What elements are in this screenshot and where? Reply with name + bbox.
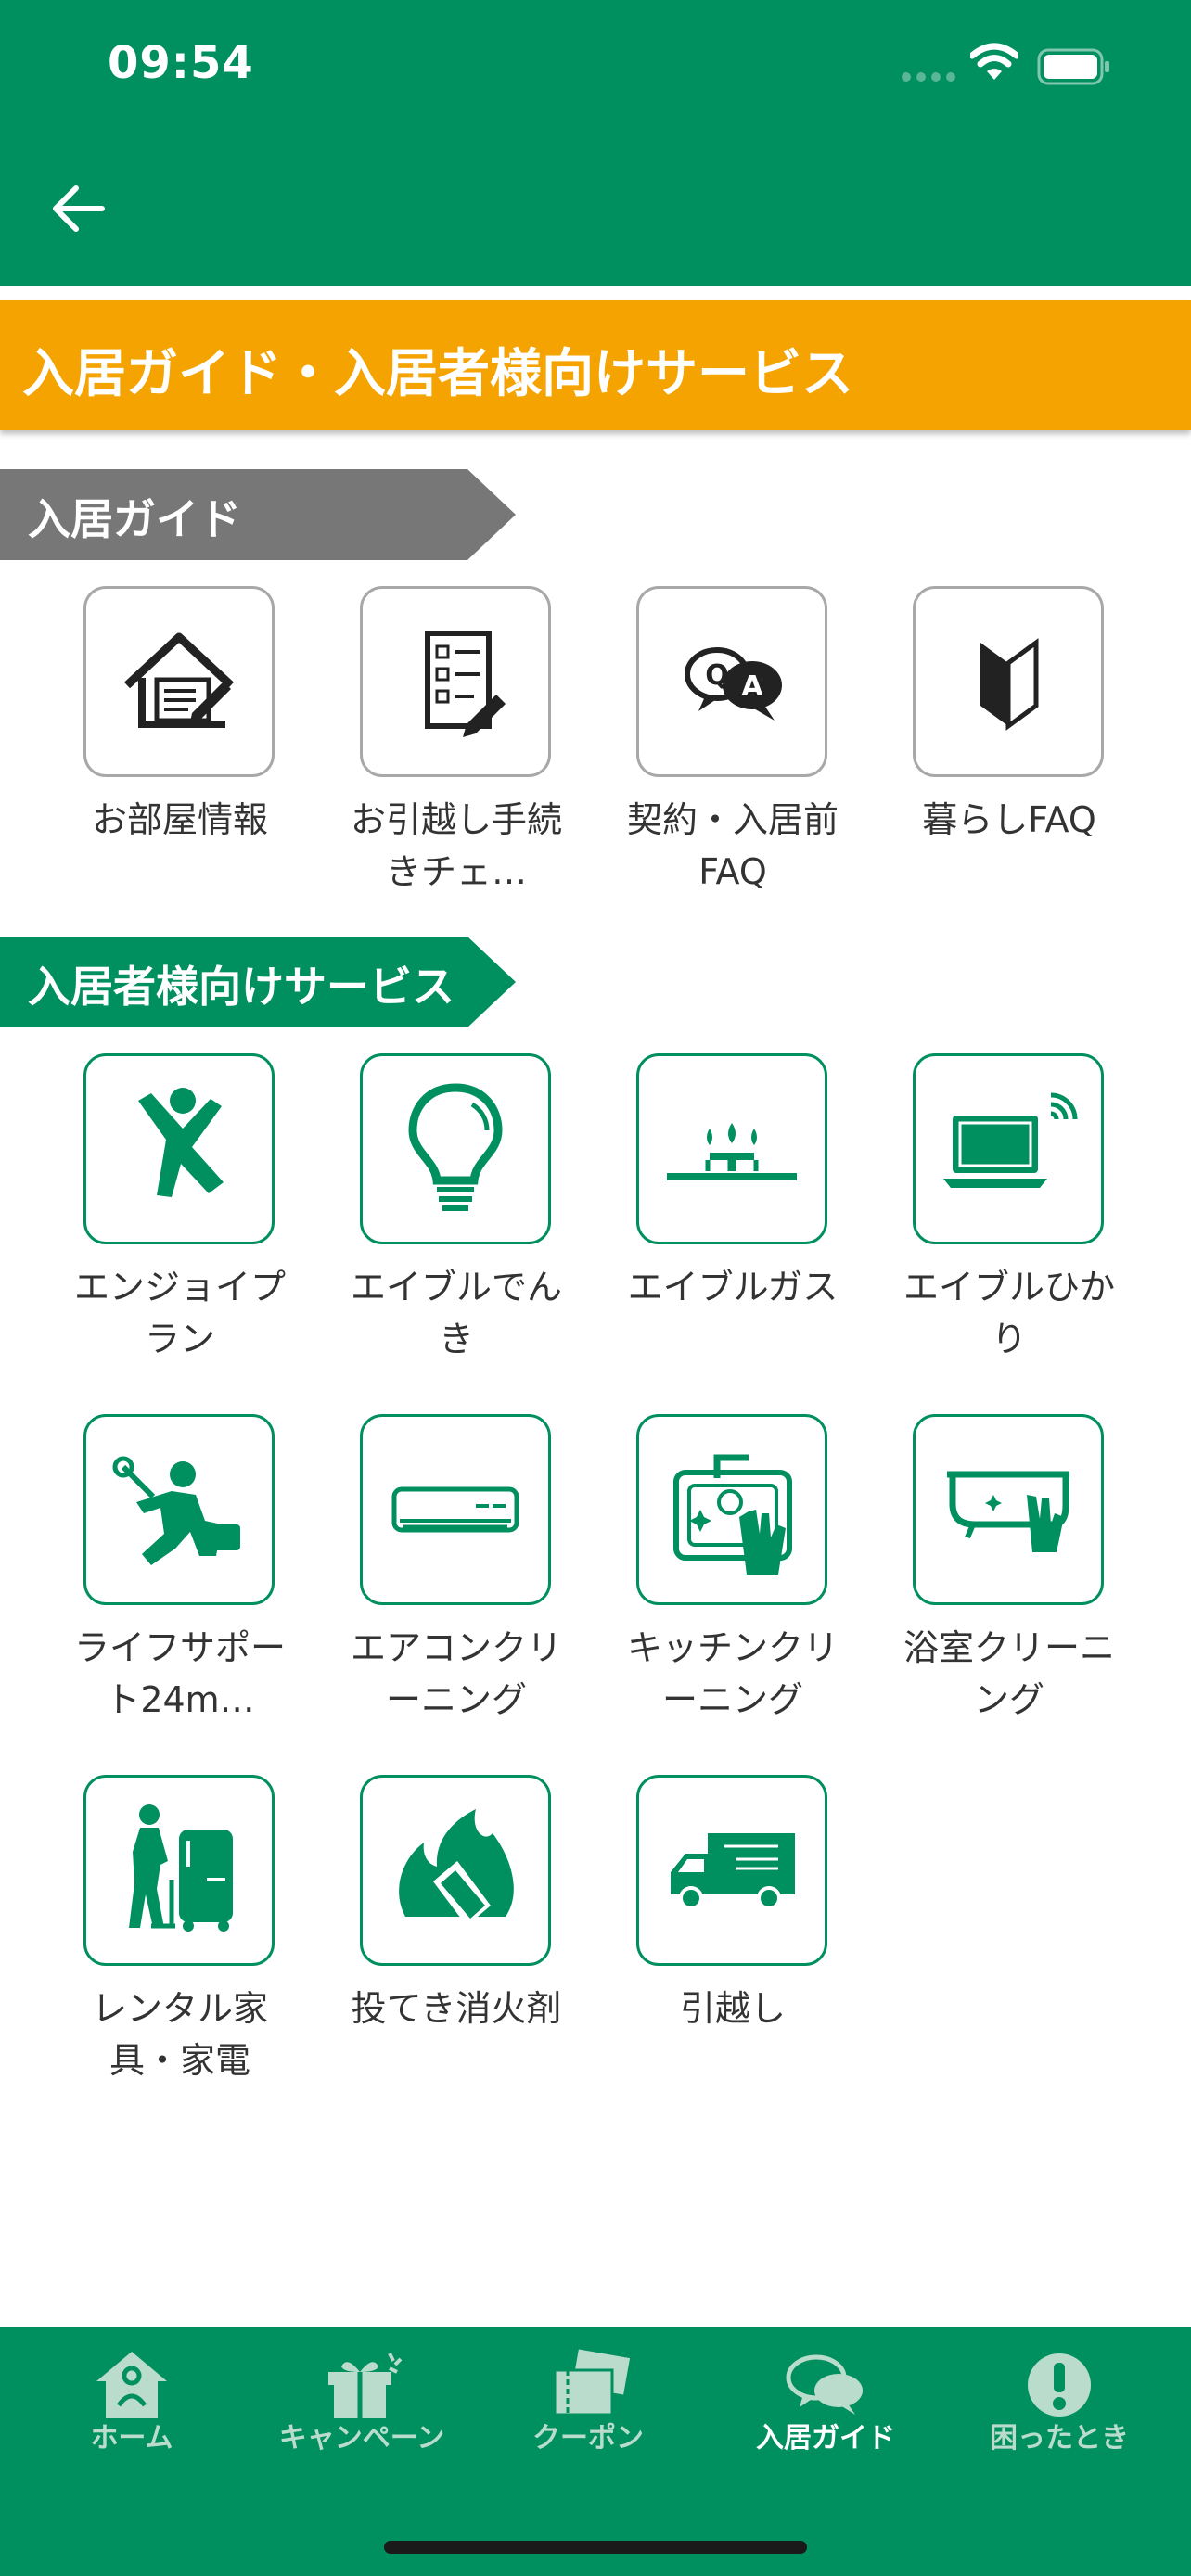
repair-person-icon <box>112 1456 240 1565</box>
section-title-services: 入居者様向けサービス <box>28 962 455 1012</box>
tab-label-help: 困ったとき <box>990 2422 1129 2455</box>
tile-rental-furniture[interactable] <box>83 1775 275 1966</box>
tile-contract-faq[interactable]: Q A <box>636 586 827 777</box>
house-document-icon <box>123 632 235 728</box>
bottom-tab-bar: ホーム キャンペーン クーポン 入居ガイド 困ったとき <box>0 2327 1191 2576</box>
tile-label-aircon-cleaning: エアコンクリーニング <box>350 1627 562 1720</box>
gas-stove-icon <box>667 1123 797 1180</box>
home-icon <box>96 2352 167 2418</box>
tile-living-faq[interactable] <box>913 586 1104 777</box>
section-banner-services: 入居者様向けサービス <box>0 937 516 1027</box>
rental-appliance-icon <box>129 1804 233 1932</box>
home-indicator <box>384 2541 807 2554</box>
tile-able-hikari[interactable] <box>913 1053 1104 1244</box>
tile-label-room-info: お部屋情報 <box>91 799 268 840</box>
tile-moving-checklist[interactable] <box>360 586 551 777</box>
signal-icon <box>902 72 957 82</box>
jumping-person-icon <box>138 1088 224 1197</box>
tile-label-moving-checklist: お引越し手続きチェ… <box>350 799 562 892</box>
tab-guide[interactable]: 入居ガイド <box>707 2327 944 2485</box>
tab-coupon[interactable]: クーポン <box>469 2327 707 2485</box>
tile-life-support[interactable] <box>83 1414 275 1605</box>
tile-label-enjoy-plan: エンジョイプラン <box>73 1267 286 1359</box>
tile-room-info[interactable] <box>83 586 275 777</box>
tile-enjoy-plan[interactable] <box>83 1053 275 1244</box>
tile-able-denki[interactable] <box>360 1053 551 1244</box>
chat-bubbles-icon <box>786 2354 863 2415</box>
tile-able-gas[interactable] <box>636 1053 827 1244</box>
tile-moving[interactable] <box>636 1775 827 1966</box>
tile-fire-extinguisher[interactable] <box>360 1775 551 1966</box>
tab-campaign[interactable]: キャンペーン <box>243 2327 480 2485</box>
light-bulb-icon <box>408 1083 503 1211</box>
page-title: 入居ガイド・入居者様向けサービス <box>22 344 853 404</box>
tile-label-moving: 引越し <box>679 1988 786 2029</box>
moving-truck-icon <box>671 1833 795 1910</box>
tab-label-coupon: クーポン <box>532 2422 644 2455</box>
header-divider <box>0 286 1191 300</box>
tile-aircon-cleaning[interactable] <box>360 1414 551 1605</box>
status-time: 09:54 <box>108 37 254 89</box>
qa-bubbles-icon: Q A <box>685 647 782 721</box>
page-title-bar: 入居ガイド・入居者様向けサービス <box>0 300 1191 430</box>
beginner-mark-icon <box>980 638 1039 731</box>
tile-label-kitchen-cleaning: キッチンクリーニング <box>626 1627 839 1720</box>
tile-label-able-gas: エイブルガス <box>627 1267 839 1307</box>
tile-label-rental-furniture: レンタル家具・家電 <box>91 1988 268 2081</box>
tile-bathroom-cleaning[interactable] <box>913 1414 1104 1605</box>
tab-label-home: ホーム <box>90 2422 173 2455</box>
svg-text:A: A <box>741 670 763 703</box>
tile-label-life-support: ライフサポート24m… <box>73 1627 286 1720</box>
checklist-icon <box>425 631 506 737</box>
tile-label-able-denki: エイブルでんき <box>350 1267 562 1359</box>
tile-label-able-hikari: エイブルひかり <box>903 1267 1115 1359</box>
air-conditioner-icon <box>391 1486 519 1533</box>
gift-icon <box>328 2353 403 2418</box>
tile-kitchen-cleaning[interactable] <box>636 1414 827 1605</box>
tile-label-bathroom-cleaning: 浴室クリーニング <box>903 1627 1115 1720</box>
bathtub-cleaning-icon <box>947 1471 1069 1552</box>
tab-help[interactable]: 困ったとき <box>941 2327 1178 2485</box>
back-arrow-icon[interactable] <box>46 176 111 241</box>
app-header: 09:54 <box>0 0 1191 286</box>
fire-extinguisher-icon <box>399 1809 514 1926</box>
coupon-icon <box>553 2349 631 2417</box>
laptop-wifi-icon <box>943 1092 1078 1188</box>
tile-label-contract-faq: 契約・入居前FAQ <box>626 799 839 892</box>
section-banner-guide: 入居ガイド <box>0 469 516 560</box>
tab-label-guide: 入居ガイド <box>756 2422 895 2455</box>
tile-label-living-faq: 暮らしFAQ <box>922 799 1096 840</box>
tile-label-fire-extinguisher: 投てき消火剤 <box>351 1988 562 2029</box>
section-title-guide: 入居ガイド <box>28 494 241 544</box>
wifi-icon <box>970 43 1018 80</box>
kitchen-cleaning-icon <box>673 1454 792 1575</box>
exclamation-icon <box>1028 2353 1091 2417</box>
tab-label-campaign: キャンペーン <box>278 2422 445 2455</box>
battery-icon <box>1037 48 1109 85</box>
tab-home[interactable]: ホーム <box>13 2327 250 2485</box>
